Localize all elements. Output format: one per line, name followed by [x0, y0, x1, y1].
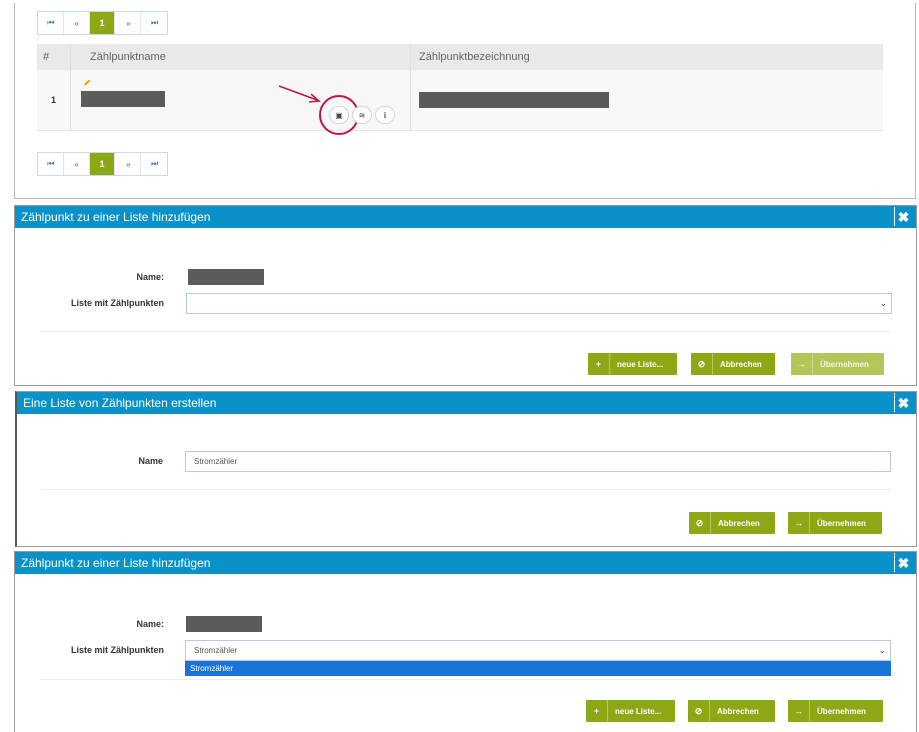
annotation-arrow-icon: [278, 85, 321, 103]
first-page-button[interactable]: ⏮: [38, 153, 64, 175]
divider: [42, 489, 892, 490]
cancel-icon: ⊘: [691, 353, 713, 375]
pagination-bottom: ⏮ « 1 » ⏭: [37, 152, 168, 176]
table-row: 1 ▣ ≋ i: [37, 70, 883, 135]
zaehlpunkt-table-panel: ⏮ « 1 » ⏭ # Zählpunktname Zählpunktbezei…: [14, 3, 916, 199]
prev-page-button[interactable]: «: [64, 12, 90, 34]
add-to-list-dialog: Zählpunkt zu einer Liste hinzufügen ✖ Na…: [14, 205, 917, 386]
apply-label: Übernehmen: [817, 706, 866, 716]
redacted-description: [419, 92, 609, 108]
list-select-value: Stromzähler: [194, 646, 238, 655]
dialog-title: Eine Liste von Zählpunkten erstellen: [23, 396, 217, 410]
close-icon: ✖: [897, 208, 910, 225]
arrow-right-icon: →: [788, 512, 810, 534]
add-to-list-button[interactable]: ▣: [329, 106, 349, 124]
redacted-name: [188, 269, 264, 285]
last-page-button[interactable]: ⏭: [141, 12, 167, 34]
cancel-button[interactable]: ⊘ Abbrechen: [688, 700, 775, 722]
apply-button[interactable]: → Übernehmen: [788, 512, 882, 534]
info-button[interactable]: i: [375, 106, 395, 124]
next-page-button[interactable]: »: [115, 12, 142, 34]
arrow-right-icon: →: [791, 353, 813, 375]
chart-button[interactable]: ≋: [352, 106, 372, 124]
divider: [40, 679, 890, 680]
plus-icon: +: [588, 353, 610, 375]
dialog-header: Zählpunkt zu einer Liste hinzufügen ✖: [15, 552, 916, 574]
name-label: Name:: [136, 619, 164, 629]
close-icon: ✖: [897, 394, 910, 411]
plus-icon: +: [586, 700, 608, 722]
cancel-button[interactable]: ⊘ Abbrechen: [691, 353, 775, 375]
create-list-dialog: Eine Liste von Zählpunkten erstellen ✖ N…: [15, 391, 917, 547]
new-list-button[interactable]: + neue Liste...: [588, 353, 677, 375]
new-list-label: neue Liste...: [615, 706, 662, 716]
next-page-button[interactable]: »: [115, 153, 142, 175]
cancel-label: Abbrechen: [720, 359, 762, 369]
close-button[interactable]: ✖: [894, 393, 912, 412]
row-name-cell: ▣ ≋ i: [71, 70, 411, 135]
close-icon: ✖: [897, 554, 910, 571]
list-select[interactable]: Stromzähler ⌄: [185, 640, 891, 661]
col-header-name[interactable]: Zählpunktname: [71, 44, 411, 70]
cancel-icon: ⊘: [689, 512, 711, 534]
apply-button[interactable]: → Übernehmen: [788, 700, 883, 722]
redacted-name: [186, 616, 262, 632]
data-table: # Zählpunktname Zählpunktbezeichnung 1 ▣: [37, 44, 883, 135]
table-header: # Zählpunktname Zählpunktbezeichnung: [37, 44, 883, 70]
apply-label: Übernehmen: [817, 518, 866, 528]
new-list-label: neue Liste...: [617, 359, 664, 369]
option-label: Stromzähler: [190, 664, 234, 673]
col-header-number: #: [37, 44, 71, 70]
page-1-button[interactable]: 1: [89, 12, 116, 34]
row-number: 1: [37, 70, 71, 130]
first-page-button[interactable]: ⏮: [38, 12, 64, 34]
dialog-title: Zählpunkt zu einer Liste hinzufügen: [21, 556, 211, 570]
redacted-name: [81, 91, 165, 107]
list-select[interactable]: ⌄: [186, 293, 892, 314]
list-name-input[interactable]: Stromzähler: [185, 451, 891, 472]
new-list-button[interactable]: + neue Liste...: [586, 700, 675, 722]
arrow-right-icon: →: [788, 700, 810, 722]
pagination-top: ⏮ « 1 » ⏭: [37, 11, 168, 35]
list-label: Liste mit Zählpunkten: [70, 645, 164, 655]
dialog-header: Zählpunkt zu einer Liste hinzufügen ✖: [15, 206, 916, 228]
page-1-button[interactable]: 1: [89, 153, 116, 175]
chevron-down-icon: ⌄: [879, 298, 887, 308]
close-button[interactable]: ✖: [894, 553, 912, 572]
apply-label: Übernehmen: [820, 359, 869, 369]
cancel-icon: ⊘: [688, 700, 710, 722]
dialog-header: Eine Liste von Zählpunkten erstellen ✖: [17, 392, 916, 414]
edit-pencil-icon[interactable]: [83, 79, 91, 87]
col-header-description[interactable]: Zählpunktbezeichnung: [411, 44, 883, 70]
apply-button[interactable]: → Übernehmen: [791, 353, 884, 375]
dialog-title: Zählpunkt zu einer Liste hinzufügen: [21, 210, 211, 224]
info-icon: i: [383, 110, 387, 120]
save-icon: ▣: [335, 110, 343, 120]
divider: [40, 331, 890, 332]
cancel-label: Abbrechen: [718, 518, 760, 528]
cancel-button[interactable]: ⊘ Abbrechen: [689, 512, 775, 534]
row-description-cell: [411, 70, 883, 130]
list-label: Liste mit Zählpunkten: [70, 298, 164, 308]
cancel-label: Abbrechen: [717, 706, 759, 716]
dropdown-option[interactable]: Stromzähler: [185, 661, 891, 676]
chevron-down-icon: ⌄: [878, 645, 886, 655]
list-name-value: Stromzähler: [194, 457, 238, 466]
close-button[interactable]: ✖: [894, 207, 912, 226]
add-to-list-dialog-open: Zählpunkt zu einer Liste hinzufügen ✖ Na…: [14, 551, 917, 732]
prev-page-button[interactable]: «: [64, 153, 90, 175]
name-label: Name: [138, 456, 163, 466]
name-label: Name:: [136, 272, 164, 282]
last-page-button[interactable]: ⏭: [141, 153, 167, 175]
chart-icon: ≋: [358, 110, 366, 120]
